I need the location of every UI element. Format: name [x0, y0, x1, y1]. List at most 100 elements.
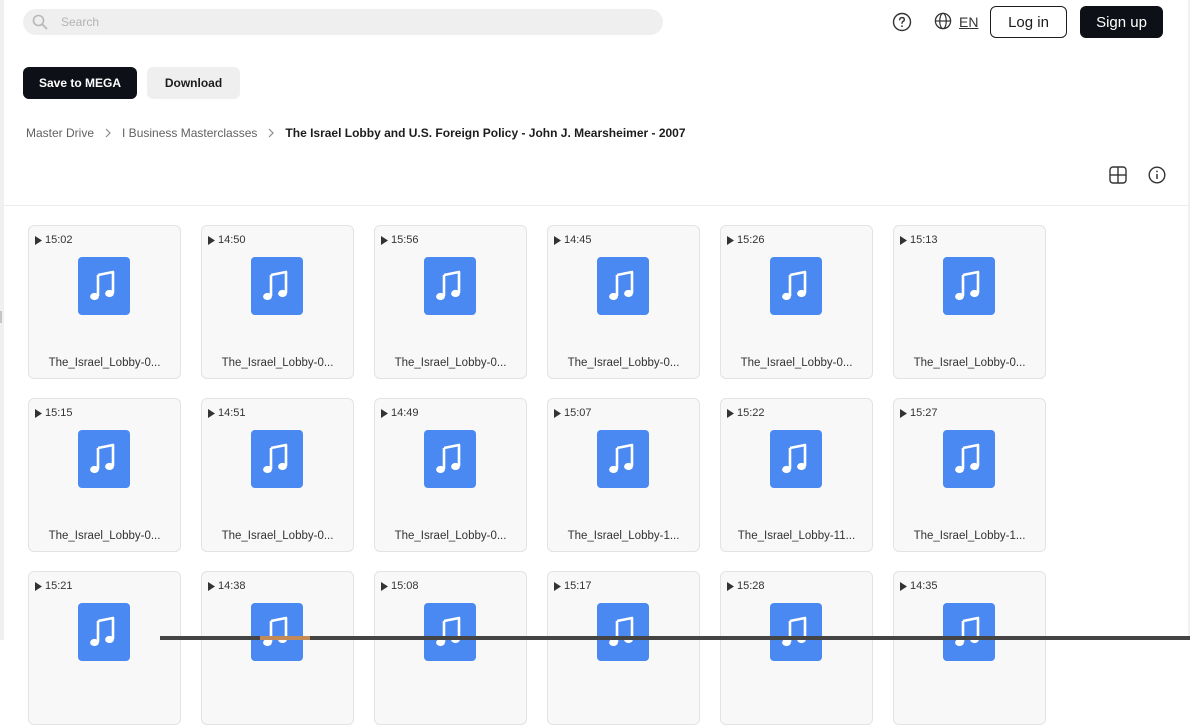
- scroll-marker: [0, 311, 2, 323]
- play-icon: [900, 581, 907, 591]
- play-icon: [727, 581, 734, 591]
- file-card[interactable]: 15:13 The_Israel_Lobby-0...: [893, 225, 1046, 379]
- play-icon: [727, 235, 734, 245]
- music-file-icon: [597, 430, 649, 488]
- play-icon: [727, 408, 734, 418]
- play-icon: [208, 581, 215, 591]
- file-name: The_Israel_Lobby-0...: [913, 357, 1026, 369]
- music-file-icon: [251, 603, 303, 661]
- file-card[interactable]: 15:28: [720, 571, 873, 725]
- duration-badge: 15:27: [900, 407, 938, 419]
- duration-badge: 15:07: [554, 407, 592, 419]
- file-name: The_Israel_Lobby-0...: [567, 357, 680, 369]
- duration-text: 15:17: [564, 580, 592, 592]
- play-icon: [208, 408, 215, 418]
- file-card[interactable]: 15:17: [547, 571, 700, 725]
- chevron-right-icon: [268, 128, 275, 138]
- breadcrumb-current-folder: The Israel Lobby and U.S. Foreign Policy…: [285, 126, 686, 140]
- duration-text: 15:07: [564, 407, 592, 419]
- file-card[interactable]: 15:22 The_Israel_Lobby-11...: [720, 398, 873, 552]
- play-icon: [35, 408, 42, 418]
- search-bar[interactable]: [23, 9, 663, 35]
- music-file-icon: [770, 430, 822, 488]
- save-to-mega-button[interactable]: Save to MEGA: [23, 67, 137, 99]
- file-name: The_Israel_Lobby-1...: [567, 530, 680, 542]
- music-file-icon: [251, 257, 303, 315]
- file-name: The_Israel_Lobby-1...: [913, 530, 1026, 542]
- file-card[interactable]: 15:07 The_Israel_Lobby-1...: [547, 398, 700, 552]
- duration-text: 14:51: [218, 407, 246, 419]
- globe-icon[interactable]: [934, 12, 952, 30]
- music-file-icon: [943, 257, 995, 315]
- music-file-icon: [251, 430, 303, 488]
- play-icon: [381, 235, 388, 245]
- music-file-icon: [424, 603, 476, 661]
- duration-badge: 14:35: [900, 580, 938, 592]
- duration-badge: 14:38: [208, 580, 246, 592]
- breadcrumb-item-business-masterclasses[interactable]: I Business Masterclasses: [122, 126, 257, 140]
- music-file-icon: [78, 257, 130, 315]
- music-file-icon: [424, 257, 476, 315]
- file-card[interactable]: 15:15 The_Israel_Lobby-0...: [28, 398, 181, 552]
- log-in-button[interactable]: Log in: [990, 6, 1067, 38]
- duration-text: 14:45: [564, 234, 592, 246]
- play-icon: [381, 408, 388, 418]
- file-name: The_Israel_Lobby-0...: [740, 357, 853, 369]
- music-file-icon: [597, 257, 649, 315]
- duration-badge: 14:51: [208, 407, 246, 419]
- chevron-right-icon: [105, 128, 111, 138]
- file-name: The_Israel_Lobby-0...: [394, 357, 507, 369]
- grid-view-icon[interactable]: [1109, 166, 1127, 184]
- search-input[interactable]: [61, 9, 651, 35]
- bottom-strip-segment: [260, 636, 310, 640]
- play-icon: [900, 408, 907, 418]
- duration-text: 14:38: [218, 580, 246, 592]
- music-file-icon: [78, 430, 130, 488]
- file-card[interactable]: 15:56 The_Israel_Lobby-0...: [374, 225, 527, 379]
- duration-text: 15:13: [910, 234, 938, 246]
- content-divider: [4, 205, 1188, 206]
- music-file-icon: [770, 257, 822, 315]
- sign-up-button[interactable]: Sign up: [1080, 6, 1163, 38]
- duration-badge: 15:17: [554, 580, 592, 592]
- language-selector[interactable]: EN: [959, 14, 978, 30]
- file-card[interactable]: 15:27 The_Israel_Lobby-1...: [893, 398, 1046, 552]
- duration-badge: 15:56: [381, 234, 419, 246]
- music-file-icon: [943, 603, 995, 661]
- play-icon: [554, 581, 561, 591]
- duration-badge: 15:13: [900, 234, 938, 246]
- breadcrumb-item-master-drive[interactable]: Master Drive: [26, 126, 94, 140]
- music-file-icon: [770, 603, 822, 661]
- duration-text: 15:15: [45, 407, 73, 419]
- file-card[interactable]: 14:35: [893, 571, 1046, 725]
- duration-badge: 15:15: [35, 407, 73, 419]
- help-icon[interactable]: [892, 12, 912, 32]
- info-icon[interactable]: [1148, 166, 1166, 184]
- duration-badge: 14:49: [381, 407, 419, 419]
- file-card[interactable]: 15:26 The_Israel_Lobby-0...: [720, 225, 873, 379]
- play-icon: [381, 581, 388, 591]
- duration-text: 15:26: [737, 234, 765, 246]
- file-name: The_Israel_Lobby-0...: [48, 530, 161, 542]
- bottom-strip: [160, 636, 1190, 640]
- duration-text: 15:22: [737, 407, 765, 419]
- file-card[interactable]: 15:02 The_Israel_Lobby-0...: [28, 225, 181, 379]
- duration-text: 15:02: [45, 234, 73, 246]
- file-card[interactable]: 14:38: [201, 571, 354, 725]
- duration-text: 15:56: [391, 234, 419, 246]
- music-file-icon: [424, 430, 476, 488]
- file-card[interactable]: 15:08: [374, 571, 527, 725]
- play-icon: [554, 235, 561, 245]
- download-button[interactable]: Download: [147, 67, 240, 99]
- music-file-icon: [597, 603, 649, 661]
- file-card[interactable]: 14:50 The_Israel_Lobby-0...: [201, 225, 354, 379]
- file-card[interactable]: 15:21: [28, 571, 181, 725]
- file-card[interactable]: 14:49 The_Israel_Lobby-0...: [374, 398, 527, 552]
- play-icon: [35, 581, 42, 591]
- file-name: The_Israel_Lobby-0...: [394, 530, 507, 542]
- duration-badge: 15:22: [727, 407, 765, 419]
- duration-badge: 14:50: [208, 234, 246, 246]
- file-card[interactable]: 14:45 The_Israel_Lobby-0...: [547, 225, 700, 379]
- file-card[interactable]: 14:51 The_Israel_Lobby-0...: [201, 398, 354, 552]
- duration-text: 14:50: [218, 234, 246, 246]
